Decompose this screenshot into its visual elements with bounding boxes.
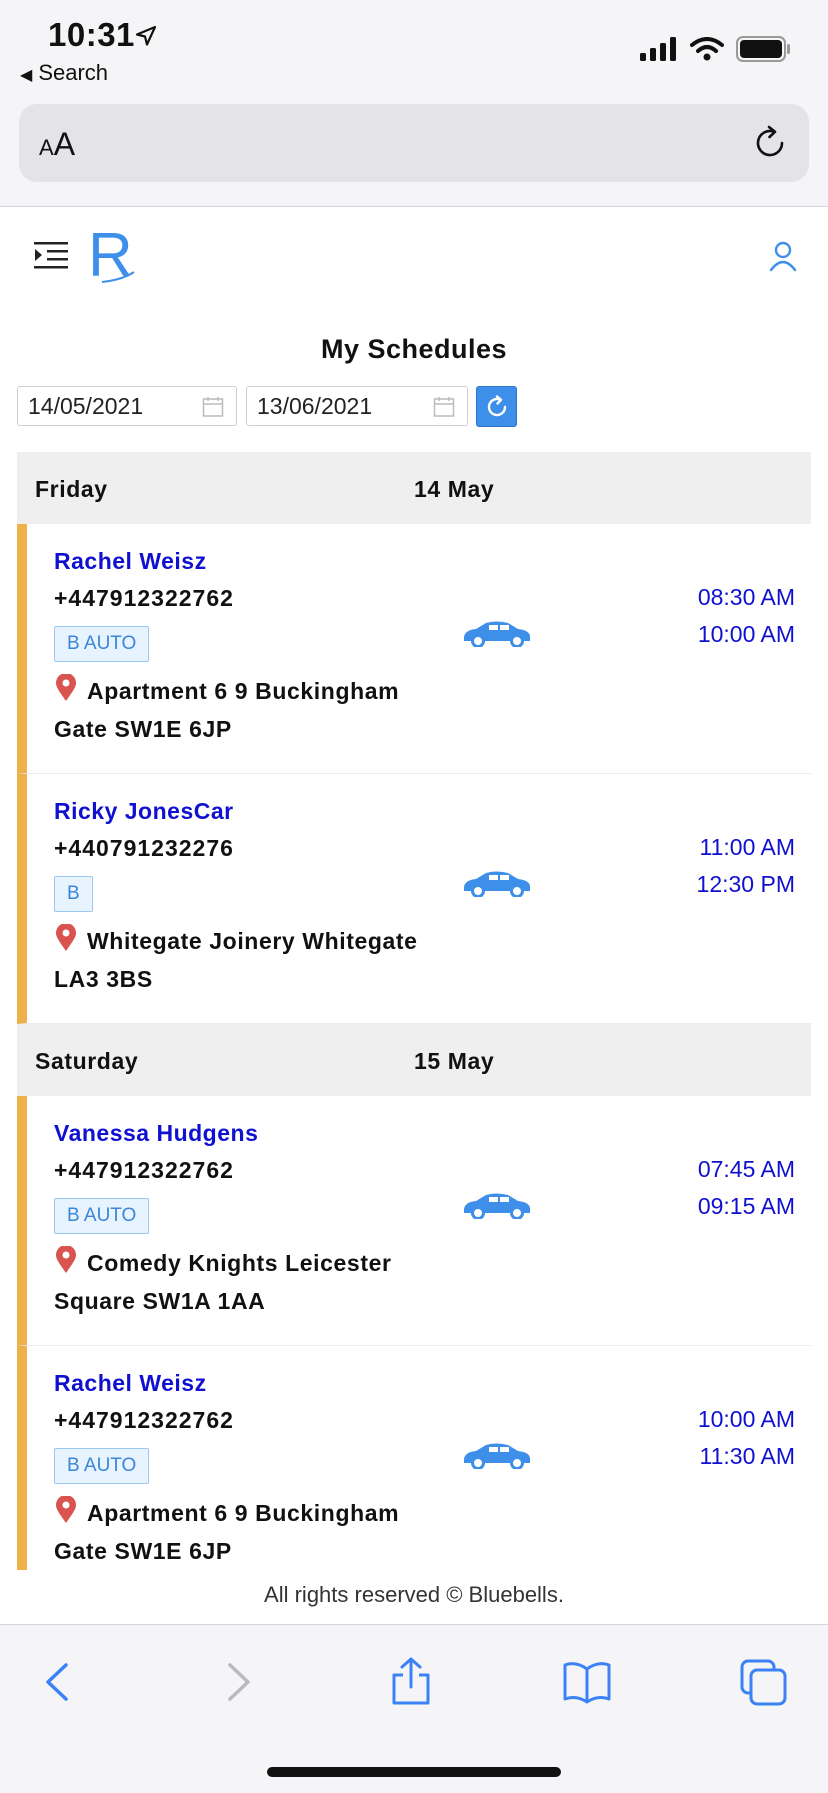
day-date: 14 May: [414, 476, 495, 502]
date-to-value: 13/06/2021: [257, 393, 373, 419]
client-name[interactable]: Ricky JonesCar: [54, 798, 234, 825]
car-icon: [464, 1193, 530, 1219]
signal-icon: [640, 37, 676, 61]
schedule-card[interactable]: Rachel Weisz +447912322762 B AUTO Apartm…: [17, 1346, 811, 1570]
refresh-button[interactable]: [476, 386, 517, 427]
back-chevron-icon[interactable]: [34, 1657, 84, 1707]
status-time: 10:31: [48, 16, 135, 53]
car-icon: [464, 871, 530, 897]
text-size-button[interactable]: AA: [39, 126, 75, 163]
client-name[interactable]: Vanessa Hudgens: [54, 1120, 258, 1147]
share-icon[interactable]: [386, 1657, 436, 1707]
home-indicator: [267, 1767, 561, 1777]
address: Whitegate Joinery Whitegate LA3 3BS: [54, 928, 418, 992]
calendar-icon[interactable]: [433, 396, 455, 418]
battery-icon: [736, 36, 790, 62]
end-time: 12:30 PM: [696, 871, 795, 897]
end-time: 10:00 AM: [697, 621, 795, 647]
day-name: Saturday: [35, 1048, 139, 1074]
calendar-icon[interactable]: [202, 396, 224, 418]
footer-copyright: All rights reserved © Bluebells.: [264, 1582, 564, 1607]
reload-icon[interactable]: [749, 122, 791, 164]
start-time: 11:00 AM: [699, 834, 795, 860]
schedule-card[interactable]: Vanessa Hudgens +447912322762 B AUTO Com…: [17, 1096, 811, 1346]
location-arrow-icon: [135, 25, 157, 46]
start-time: 08:30 AM: [697, 584, 795, 610]
app-logo[interactable]: R: [88, 221, 148, 290]
refresh-icon: [487, 395, 507, 417]
schedule-list: Friday 14 May Rachel Weisz +447912322762…: [17, 452, 811, 1570]
day-header: Friday 14 May: [17, 452, 811, 524]
day-name: Friday: [35, 476, 108, 502]
address: Apartment 6 9 Buckingham Gate SW1E 6JP: [54, 678, 400, 742]
client-phone: +447912322762: [54, 1157, 234, 1183]
browser-top-bar: 10:31 ◀ Search AA: [0, 0, 828, 207]
client-name[interactable]: Rachel Weisz: [54, 1370, 207, 1397]
forward-chevron-icon[interactable]: [212, 1657, 262, 1707]
vehicle-type-badge: B AUTO: [54, 1448, 150, 1484]
tabs-icon[interactable]: [738, 1657, 788, 1707]
logo-mark: R: [88, 221, 135, 290]
address-bar[interactable]: AA: [19, 104, 809, 182]
back-to-search-link[interactable]: ◀ Search: [20, 60, 108, 86]
bookmarks-icon[interactable]: [562, 1657, 612, 1707]
text-size-small: A: [39, 135, 54, 160]
end-time: 11:30 AM: [699, 1443, 795, 1469]
user-profile-icon[interactable]: [768, 240, 798, 272]
vehicle-type-badge: B AUTO: [54, 1198, 150, 1234]
start-time: 10:00 AM: [697, 1406, 795, 1432]
status-icons: [640, 36, 792, 62]
vehicle-type-badge: B AUTO: [54, 626, 150, 662]
start-time: 07:45 AM: [697, 1156, 795, 1182]
client-phone: +447912322762: [54, 1407, 234, 1433]
client-phone: +440791232276: [54, 835, 234, 861]
client-phone: +447912322762: [54, 585, 234, 611]
date-to-input[interactable]: 13/06/2021: [246, 386, 468, 426]
day-date: 15 May: [414, 1048, 495, 1074]
car-icon: [464, 1443, 530, 1469]
page-title: My Schedules: [320, 334, 508, 364]
schedule-card[interactable]: Rachel Weisz +447912322762 B AUTO Apartm…: [17, 524, 811, 774]
date-from-input[interactable]: 14/05/2021: [17, 386, 237, 426]
end-time: 09:15 AM: [697, 1193, 795, 1219]
wifi-icon: [690, 37, 724, 61]
schedule-card[interactable]: Ricky JonesCar +440791232276 B Whitegate…: [17, 774, 811, 1024]
address: Apartment 6 9 Buckingham Gate SW1E 6JP: [54, 1500, 400, 1564]
svg-text:R: R: [88, 222, 133, 288]
day-header: Saturday 15 May: [17, 1024, 811, 1096]
car-icon: [464, 621, 530, 647]
date-from-value: 14/05/2021: [28, 393, 144, 419]
address: Comedy Knights Leicester Square SW1A 1AA: [54, 1250, 392, 1314]
browser-bottom-toolbar: [0, 1624, 828, 1793]
back-search-label: Search: [38, 60, 109, 85]
text-size-big: A: [53, 126, 76, 162]
client-name[interactable]: Rachel Weisz: [54, 548, 207, 575]
back-triangle-icon: ◀: [20, 67, 33, 84]
vehicle-type-badge: B: [54, 876, 93, 912]
menu-toggle-icon[interactable]: [34, 240, 70, 272]
